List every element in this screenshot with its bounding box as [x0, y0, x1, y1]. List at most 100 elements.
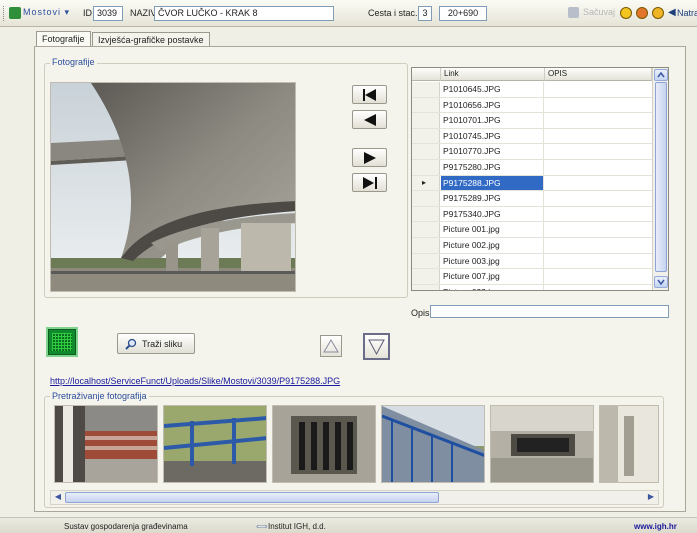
table-row[interactable]: P1010701.JPG	[412, 113, 652, 129]
table-row[interactable]: Picture 002.jpg	[412, 238, 652, 254]
table-row[interactable]: P1010645.JPG	[412, 82, 652, 98]
cell-link[interactable]: P1010770.JPG	[441, 144, 544, 159]
cell-opis[interactable]	[545, 98, 652, 113]
search-image-button[interactable]: Traži sliku	[117, 333, 195, 354]
row-selector[interactable]: ▸	[412, 175, 440, 191]
row-selector[interactable]	[412, 144, 440, 159]
help-icon[interactable]	[620, 7, 632, 19]
cell-link[interactable]: P9175289.JPG	[441, 191, 544, 206]
cell-opis[interactable]	[545, 285, 652, 290]
cell-opis[interactable]	[545, 254, 652, 269]
photo-url-link[interactable]: http://localhost/ServiceFunct/Uploads/Sl…	[50, 376, 340, 386]
cell-opis[interactable]	[545, 207, 652, 222]
scroll-up-button[interactable]	[654, 69, 668, 81]
scroll-left-icon[interactable]: ◀	[52, 492, 64, 503]
cesta-field[interactable]: 3	[418, 6, 432, 21]
photo-list-grid[interactable]: Link OPIS P1010645.JPG P1010656.JPG P10107…	[411, 67, 669, 291]
cell-link[interactable]: P9175280.JPG	[441, 160, 544, 175]
thumbnail-1[interactable]	[54, 405, 158, 483]
row-selector[interactable]	[412, 113, 440, 128]
table-row[interactable]: P1010770.JPG	[412, 144, 652, 160]
row-selector[interactable]	[412, 82, 440, 97]
grid-header-opis[interactable]: OPIS	[545, 68, 652, 81]
grip-icon	[3, 6, 6, 21]
grid-view-button[interactable]	[46, 327, 78, 357]
next-photo-button[interactable]	[352, 148, 387, 167]
cell-link[interactable]: P1010645.JPG	[441, 82, 544, 97]
last-photo-button[interactable]	[352, 173, 387, 192]
stacionaza-field[interactable]: 20+690	[439, 6, 487, 21]
cell-opis[interactable]	[545, 129, 652, 144]
thumbnail-5[interactable]	[490, 405, 594, 483]
scroll-down-button[interactable]	[654, 276, 668, 288]
rotate-down-button[interactable]	[363, 333, 390, 360]
previous-photo-button[interactable]	[352, 110, 387, 129]
naziv-field[interactable]: ČVOR LUČKO - KRAK 8	[154, 6, 334, 21]
row-selector[interactable]	[412, 206, 440, 222]
row-selector[interactable]	[412, 222, 440, 237]
grid-vertical-scrollbar[interactable]	[652, 68, 668, 290]
table-row[interactable]: P9175280.JPG	[412, 160, 652, 176]
cell-link[interactable]: P1010656.JPG	[441, 97, 544, 113]
thumbnail-scroll-thumb[interactable]	[65, 492, 439, 503]
first-photo-button[interactable]	[352, 85, 387, 104]
row-selector[interactable]	[412, 238, 440, 253]
back-button[interactable]: Natrag	[677, 8, 697, 18]
scroll-right-icon[interactable]: ▶	[645, 492, 657, 503]
status-website-link[interactable]: www.igh.hr	[634, 522, 677, 531]
table-row[interactable]: ▸ P9175288.JPG	[412, 175, 652, 192]
table-row[interactable]: Picture 023.jpg	[412, 284, 652, 290]
row-selector[interactable]	[412, 97, 440, 113]
row-selector[interactable]	[412, 128, 440, 144]
row-selector[interactable]	[412, 284, 440, 290]
table-row[interactable]: Picture 007.jpg	[412, 269, 652, 285]
tab-fotografije[interactable]: Fotografije	[36, 31, 91, 47]
app-menu-button[interactable]: Mostovi ▾	[23, 7, 70, 18]
cell-opis[interactable]	[545, 144, 652, 159]
table-row[interactable]: P1010745.JPG	[412, 128, 652, 145]
grid-header-link[interactable]: Link	[441, 68, 545, 81]
thumbnail-horizontal-scrollbar[interactable]: ◀ ▶	[50, 490, 659, 505]
cell-link[interactable]: P1010745.JPG	[441, 128, 544, 144]
cell-opis[interactable]	[545, 238, 652, 253]
cell-opis[interactable]	[545, 269, 652, 284]
table-row[interactable]: Picture 001.jpg	[412, 222, 652, 238]
thumbnail-4[interactable]	[381, 405, 485, 483]
row-selector[interactable]	[412, 191, 440, 206]
triangle-up-icon	[323, 339, 339, 353]
cell-opis[interactable]	[545, 82, 652, 97]
table-row[interactable]: P9175340.JPG	[412, 206, 652, 223]
cell-opis[interactable]	[545, 160, 652, 175]
cell-opis[interactable]	[545, 176, 652, 191]
table-row[interactable]: Picture 003.jpg	[412, 253, 652, 270]
cell-opis[interactable]	[545, 191, 652, 206]
stop-icon[interactable]	[652, 7, 664, 19]
row-selector[interactable]	[412, 269, 440, 284]
cell-link[interactable]: Picture 023.jpg	[441, 284, 544, 290]
cell-opis[interactable]	[545, 222, 652, 237]
opis-input[interactable]	[430, 305, 669, 318]
cell-link[interactable]: P9175340.JPG	[441, 206, 544, 222]
thumbnail-2[interactable]	[163, 405, 267, 483]
tab-izvjesca[interactable]: Izvješća-grafičke postavke	[92, 32, 210, 47]
cell-link[interactable]: Picture 007.jpg	[441, 269, 544, 284]
thumbnail-image	[164, 406, 266, 482]
back-icon: ◀	[668, 7, 676, 18]
cell-link[interactable]: Picture 003.jpg	[441, 253, 544, 269]
thumbnail-6[interactable]	[599, 405, 659, 483]
grid-scroll-thumb[interactable]	[655, 82, 667, 272]
cell-link[interactable]: Picture 002.jpg	[441, 238, 544, 253]
id-field[interactable]: 3039	[93, 6, 123, 21]
row-selector[interactable]	[412, 253, 440, 269]
thumbnail-3[interactable]	[272, 405, 376, 483]
cell-link[interactable]: Picture 001.jpg	[441, 222, 544, 237]
save-button[interactable]: Sačuvaj	[583, 7, 615, 17]
rotate-up-button[interactable]	[320, 335, 342, 357]
row-selector[interactable]	[412, 160, 440, 175]
table-row[interactable]: P9175289.JPG	[412, 191, 652, 207]
table-row[interactable]: P1010656.JPG	[412, 97, 652, 114]
refresh-icon[interactable]	[636, 7, 648, 19]
cell-opis[interactable]	[545, 113, 652, 128]
cell-link[interactable]: P1010701.JPG	[441, 113, 544, 128]
cell-link[interactable]: P9175288.JPG	[441, 175, 544, 191]
